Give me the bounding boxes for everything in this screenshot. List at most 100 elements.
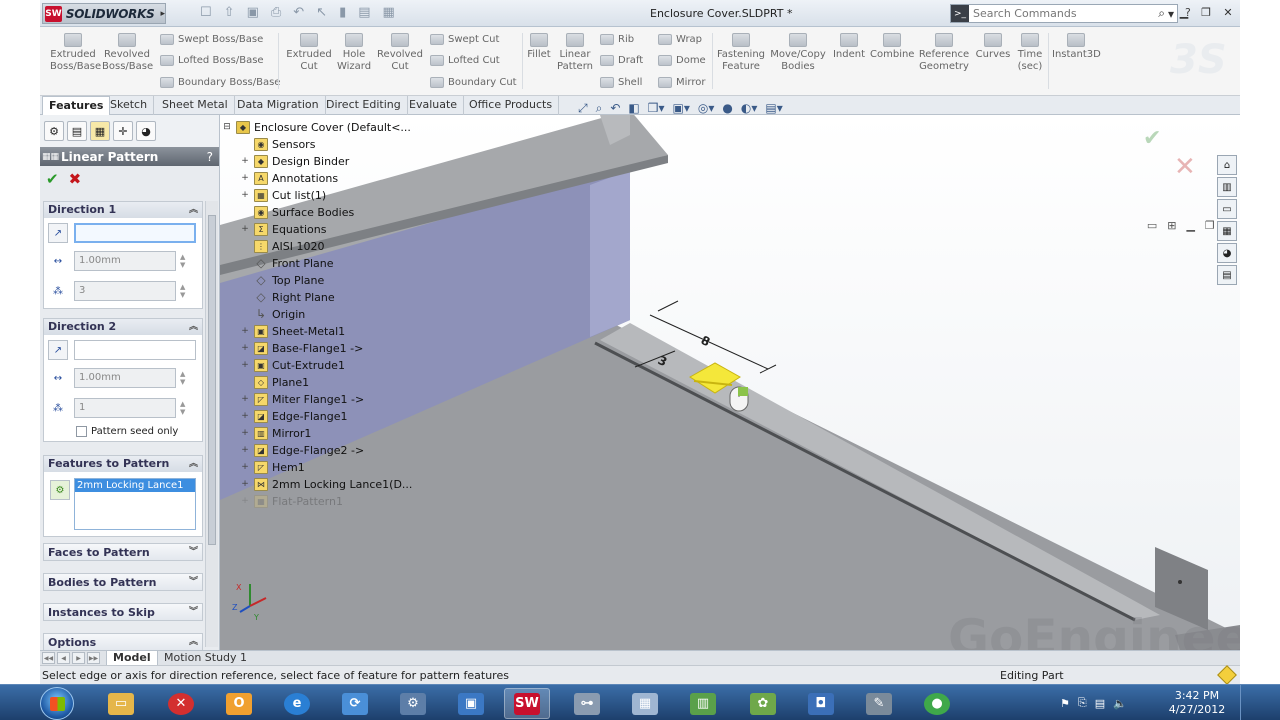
tile-view-icon[interactable]: ▭	[1147, 219, 1157, 232]
tree-item[interactable]: + ▦ Cut list(1)	[240, 187, 326, 203]
tab-direct-editing[interactable]: Direct Editing	[320, 96, 408, 115]
first-tab-icon[interactable]: ◀◀	[42, 652, 55, 664]
reverse-direction-icon[interactable]: ↗	[48, 340, 68, 360]
tree-item[interactable]: + ◸ Hem1	[240, 459, 305, 475]
last-tab-icon[interactable]: ▶▶	[87, 652, 100, 664]
tree-item[interactable]: + ⋈ 2mm Locking Lance1(D...	[240, 476, 412, 492]
instances-stepper-icon[interactable]: ▲ ▼	[180, 400, 185, 416]
taskbar-outlook[interactable]: O	[216, 688, 262, 719]
restore-button[interactable]: ❐	[1198, 5, 1214, 20]
pattern-seed-only-checkbox[interactable]: Pattern seed only	[76, 423, 178, 439]
hide-show-icon[interactable]: ◎▾	[698, 101, 715, 116]
tree-item[interactable]: + ▣ Sheet-Metal1	[240, 323, 345, 339]
part-model[interactable]: 8 3 GoEngineer	[220, 115, 1240, 650]
hole-wizard-button[interactable]: Hole Wizard	[336, 33, 372, 73]
taskbar-settings[interactable]: ⚙	[390, 688, 436, 719]
tree-item[interactable]: ◉ Sensors	[240, 136, 315, 152]
instant3d-button[interactable]: Instant3D	[1052, 33, 1101, 61]
direction2-spacing-field[interactable]: 1.00mm	[74, 368, 176, 388]
select-icon[interactable]: ↖	[316, 5, 327, 20]
options-icon[interactable]: ▦	[383, 5, 395, 20]
expand-chevron-icon[interactable]: ︾	[189, 574, 198, 590]
tree-item[interactable]: + ◆ Design Binder	[240, 153, 349, 169]
file-properties-icon[interactable]: ▤	[358, 5, 370, 20]
taskbar-remote[interactable]: ▣	[448, 688, 494, 719]
view-palette-icon[interactable]: ▦	[1217, 221, 1237, 241]
appearances-icon[interactable]: ◕	[1217, 243, 1237, 263]
section-view-icon[interactable]: ◧	[628, 101, 639, 116]
tab-features[interactable]: Features	[42, 96, 111, 115]
rib-button[interactable]: Rib	[600, 34, 634, 45]
indent-button[interactable]: Indent	[830, 33, 868, 61]
collapse-chevron-icon[interactable]: ︽	[189, 202, 198, 218]
taskbar-solidworks[interactable]: SW	[504, 688, 550, 719]
search-icon[interactable]: ⌕	[1158, 6, 1165, 21]
draft-button[interactable]: Draft	[600, 55, 643, 66]
next-tab-icon[interactable]: ▶	[72, 652, 85, 664]
tree-item[interactable]: ↳ Origin	[240, 306, 305, 322]
spacing-stepper-icon[interactable]: ▲ ▼	[180, 370, 185, 386]
ok-check-icon[interactable]: ✔	[46, 170, 59, 188]
tree-item[interactable]: + ◪ Base-Flange1 ->	[240, 340, 363, 356]
taskbar-sync[interactable]: ⟳	[332, 688, 378, 719]
direction2-instances-field[interactable]: 1	[74, 398, 176, 418]
minimize-viewport-icon[interactable]: ▁	[1186, 219, 1194, 232]
expand-chevron-icon[interactable]: ︾	[189, 544, 198, 560]
property-manager-tab-icon[interactable]: ▤	[67, 121, 87, 141]
tree-root[interactable]: ⊟ ◆ Enclosure Cover (Default<...	[222, 119, 411, 135]
instances-stepper-icon[interactable]: ▲ ▼	[180, 283, 185, 299]
taskbar-communicator[interactable]: ◘	[798, 688, 844, 719]
collapse-chevron-icon[interactable]: ︽	[189, 634, 198, 650]
fillet-button[interactable]: Fillet	[526, 33, 552, 61]
expand-chevron-icon[interactable]: ︾	[189, 604, 198, 620]
edit-appearance-icon[interactable]: ●	[722, 101, 732, 116]
tab-motion-study[interactable]: Motion Study 1	[158, 651, 253, 666]
expand-icon[interactable]: +	[240, 394, 250, 404]
fastening-feature-button[interactable]: Fastening Feature	[716, 33, 766, 73]
tree-item[interactable]: + ◪ Edge-Flange2 ->	[240, 442, 364, 458]
zoom-area-icon[interactable]: ⌕	[596, 101, 603, 116]
expand-icon[interactable]: +	[240, 343, 250, 353]
time-button[interactable]: Time (sec)	[1016, 33, 1044, 73]
feature-manager-tab-icon[interactable]: ⚙	[44, 121, 64, 141]
tree-item[interactable]: ◇ Plane1	[240, 374, 309, 390]
tree-item[interactable]: + Σ Equations	[240, 221, 326, 237]
lofted-cut-button[interactable]: Lofted Cut	[430, 55, 500, 66]
expand-icon[interactable]: +	[240, 462, 250, 472]
taskbar-charts[interactable]: ▥	[680, 688, 726, 719]
volume-icon[interactable]: 🔈	[1113, 697, 1127, 710]
open-icon[interactable]: ⇧	[224, 5, 235, 20]
taskbar-tool[interactable]: ⊶	[564, 688, 610, 719]
wrap-button[interactable]: Wrap	[658, 34, 702, 45]
display-manager-tab-icon[interactable]: ◕	[136, 121, 156, 141]
linear-pattern-button[interactable]: Linear Pattern	[554, 33, 596, 73]
taskbar-notes[interactable]: ✎	[856, 688, 902, 719]
tab-sketch[interactable]: Sketch	[104, 96, 155, 115]
dimxpert-tab-icon[interactable]: ✛	[113, 121, 133, 141]
expand-icon[interactable]: +	[240, 479, 250, 489]
expand-icon[interactable]: +	[240, 428, 250, 438]
design-library-icon[interactable]: ▥	[1217, 177, 1237, 197]
taskbar-internet-explorer[interactable]: e	[274, 688, 320, 719]
direction2-header[interactable]: Direction 2 ︽	[44, 319, 202, 335]
direction1-header[interactable]: Direction 1 ︽	[44, 202, 202, 218]
new-document-icon[interactable]: ☐	[200, 5, 212, 20]
combine-button[interactable]: Combine	[870, 33, 914, 61]
chevron-down-icon[interactable]: ▾	[1168, 7, 1174, 21]
dimension-label-8[interactable]: 8	[699, 333, 712, 349]
tree-item[interactable]: + ◸ Miter Flange1 ->	[240, 391, 364, 407]
display-style-icon[interactable]: ▣▾	[673, 101, 690, 116]
direction1-reference-field[interactable]	[74, 223, 196, 243]
taskbar-paint[interactable]: ✿	[740, 688, 786, 719]
dome-button[interactable]: Dome	[658, 55, 706, 66]
swept-cut-button[interactable]: Swept Cut	[430, 34, 499, 45]
checkbox-icon[interactable]	[76, 425, 87, 437]
taskbar-calculator[interactable]: ▦	[622, 688, 668, 719]
expand-icon[interactable]: +	[240, 190, 250, 200]
save-icon[interactable]: ▣	[247, 5, 259, 20]
minimize-button[interactable]: ▁	[1176, 5, 1192, 20]
rebuild-indicator-icon[interactable]	[1217, 665, 1237, 685]
mirror-button[interactable]: Mirror	[658, 77, 705, 88]
tree-item[interactable]: ◉ Surface Bodies	[240, 204, 354, 220]
graphics-viewport[interactable]: 8 3 GoEngineer ⊟ ◆ Enclosure Cover (Defa…	[220, 115, 1240, 650]
